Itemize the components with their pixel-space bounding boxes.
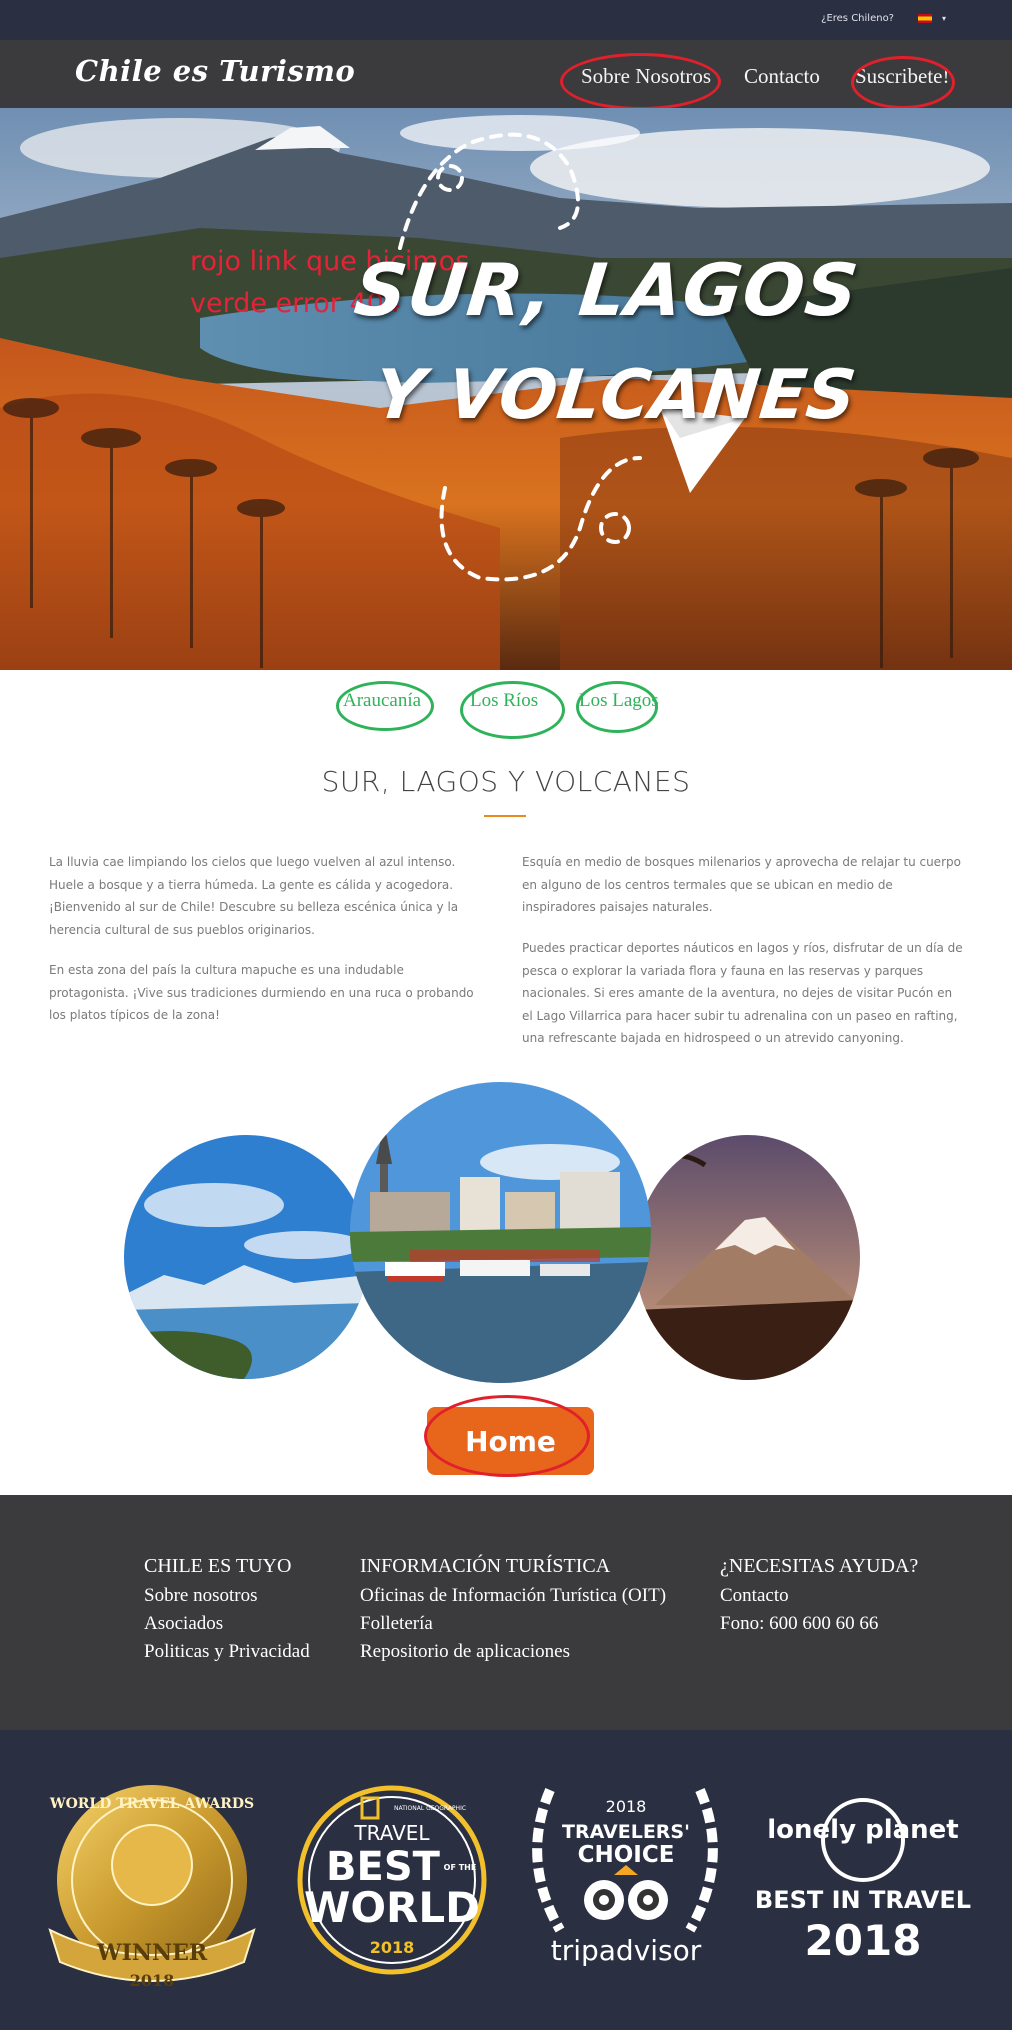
intro-paragraph: En esta zona del país la cultura mapuche… <box>49 963 474 1022</box>
footer-column-chile-es-tuyo: CHILE ES TUYO Sobre nosotros Asociados P… <box>144 1555 310 1666</box>
world-travel-awards-ribbon: WINNER <box>96 1940 208 1966</box>
lonely-planet-brand: lonely planet <box>767 1815 958 1845</box>
intro-paragraph: Puedes practicar deportes náuticos en la… <box>522 941 963 1045</box>
tripadvisor-brand: tripadvisor <box>551 1934 702 1967</box>
world-travel-awards-year: 2018 <box>130 1971 175 1990</box>
chilean-question-link[interactable]: ¿Eres Chileno? <box>821 13 894 24</box>
footer-link-sobre-nosotros[interactable]: Sobre nosotros <box>144 1582 310 1610</box>
natgeo-of-the: OF THE <box>444 1863 477 1872</box>
region-link-araucania[interactable]: Araucanía <box>343 690 421 712</box>
site-logo[interactable]: Chile es Turismo <box>75 54 355 88</box>
natgeo-travel: TRAVEL <box>353 1821 430 1845</box>
tripadvisor-year: 2018 <box>606 1797 647 1816</box>
lonely-planet-best-in-travel: BEST IN TRAVEL <box>755 1886 971 1914</box>
footer-link-repositorio[interactable]: Repositorio de aplicaciones <box>360 1638 666 1666</box>
awards-strip: WORLD TRAVEL AWARDS WINNER 2018 NATIONAL… <box>0 1730 1012 2030</box>
volcano-photo[interactable] <box>635 1135 860 1380</box>
natgeo-world: WORLD <box>304 1883 480 1932</box>
footer-phone: Fono: 600 600 60 66 <box>720 1613 879 1634</box>
lake-mountain-photo[interactable] <box>124 1135 368 1379</box>
footer-heading: INFORMACIÓN TURÍSTICA <box>360 1555 611 1577</box>
chevron-down-icon[interactable]: ▾ <box>942 14 946 23</box>
lonely-planet-best-in-travel-logo: lonely planet BEST IN TRAVEL 2018 <box>755 1798 971 1965</box>
footer-link-contacto[interactable]: Contacto <box>720 1582 918 1610</box>
footer-link-asociados[interactable]: Asociados <box>144 1610 310 1638</box>
main-navbar: Chile es Turismo Sobre Nosotros Contacto… <box>0 40 1012 108</box>
tripadvisor-choice: CHOICE <box>578 1842 675 1868</box>
title-divider <box>484 815 526 817</box>
spain-flag-icon[interactable] <box>918 14 932 23</box>
tripadvisor-travelers-choice-logo: 2018 TRAVELERS' CHOICE tripadvisor <box>532 1788 718 1967</box>
nav-link-contacto[interactable]: Contacto <box>744 64 820 89</box>
region-link-los-lagos[interactable]: Los Lagos <box>579 690 659 712</box>
hero-banner: rojo link que hicimos verde error 404 SU… <box>0 108 1012 670</box>
region-link-los-rios[interactable]: Los Ríos <box>470 690 538 712</box>
footer-column-informacion: INFORMACIÓN TURÍSTICA Oficinas de Inform… <box>360 1555 666 1666</box>
top-bar: ¿Eres Chileno? ▾ <box>0 0 1012 40</box>
nav-link-suscribete[interactable]: Suscribete! <box>855 64 949 89</box>
hero-title: Y VOLCANES <box>370 356 860 435</box>
world-travel-awards-text: WORLD TRAVEL AWARDS <box>49 1796 254 1812</box>
footer-link-politicas[interactable]: Politicas y Privacidad <box>144 1638 310 1666</box>
natgeo-year: 2018 <box>370 1938 415 1957</box>
natgeo-brand: NATIONAL GEOGRAPHIC <box>394 1805 466 1812</box>
footer-heading: ¿NECESITAS AYUDA? <box>720 1555 919 1577</box>
tripadvisor-travelers: TRAVELERS' <box>562 1821 690 1843</box>
home-button[interactable]: Home <box>427 1407 594 1475</box>
footer-column-ayuda: ¿NECESITAS AYUDA? Contacto Fono: 600 600… <box>720 1555 918 1638</box>
section-title: SUR, LAGOS Y VOLCANES <box>321 765 691 798</box>
intro-paragraph: La lluvia cae limpiando los cielos que l… <box>49 855 459 937</box>
city-port-photo[interactable] <box>350 1082 651 1383</box>
intro-paragraph: Esquía en medio de bosques milenarios y … <box>522 855 961 914</box>
world-travel-awards-logo: WORLD TRAVEL AWARDS WINNER 2018 <box>48 1785 256 1990</box>
footer-link-folleteria[interactable]: Folletería <box>360 1610 666 1638</box>
nav-link-sobre-nosotros[interactable]: Sobre Nosotros <box>581 64 711 89</box>
lonely-planet-year: 2018 <box>805 1916 922 1965</box>
hero-title: SUR, LAGOS <box>350 248 863 332</box>
natgeo-best-of-the-world-logo: NATIONAL GEOGRAPHIC TRAVEL BEST OF THE W… <box>297 1785 487 1975</box>
footer: CHILE ES TUYO Sobre nosotros Asociados P… <box>0 1495 1012 1730</box>
footer-heading: CHILE ES TUYO <box>144 1555 292 1577</box>
footer-link-oficinas[interactable]: Oficinas de Información Turística (OIT) <box>360 1582 666 1610</box>
